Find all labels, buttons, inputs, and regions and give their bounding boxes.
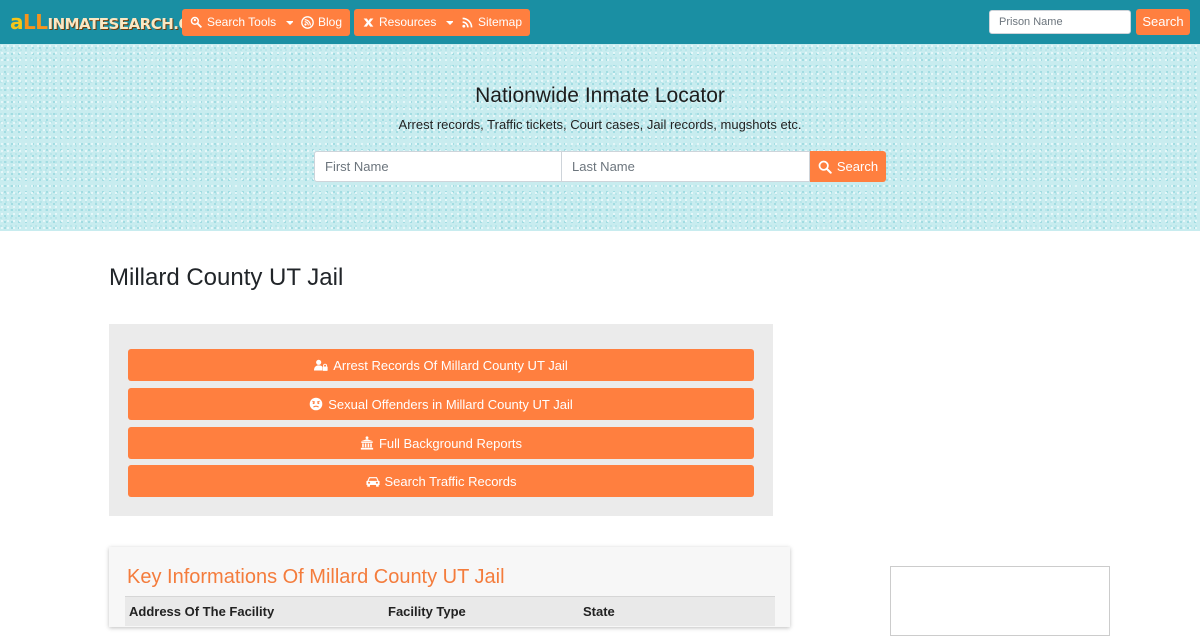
action-buttons-panel: Arrest Records Of Millard County UT Jail… xyxy=(109,324,773,516)
nav-blog-button[interactable]: Blog xyxy=(293,9,351,36)
prison-search-button[interactable]: Search xyxy=(1136,9,1190,35)
column-header-facility-type: Facility Type xyxy=(388,604,466,619)
background-reports-button[interactable]: Full Background Reports xyxy=(128,427,754,459)
search-user-icon xyxy=(190,16,203,29)
car-icon xyxy=(365,477,380,487)
resources-icon xyxy=(363,18,374,27)
key-info-card: Key Informations Of Millard County UT Ja… xyxy=(109,547,790,627)
inmate-search-form: Search xyxy=(314,151,886,182)
background-reports-label: Full Background Reports xyxy=(378,435,523,451)
column-header-address: Address Of The Facility xyxy=(129,604,275,619)
angry-face-icon xyxy=(309,397,323,411)
top-navbar: aLLINMATESEARCH.ORG Search Tools Blog Re… xyxy=(0,0,1200,44)
inmate-search-label: Search xyxy=(836,159,879,174)
nav-resources-label: Resources xyxy=(379,15,437,29)
courthouse-icon xyxy=(360,436,374,450)
nav-search-tools-label: Search Tools xyxy=(207,15,277,29)
rss-icon xyxy=(462,17,473,28)
traffic-records-button[interactable]: Search Traffic Records xyxy=(128,465,754,497)
arrest-records-label: Arrest Records Of Millard County UT Jail xyxy=(333,357,568,373)
sexual-offenders-button[interactable]: Sexual Offenders in Millard County UT Ja… xyxy=(128,388,754,420)
hero-title: Nationwide Inmate Locator xyxy=(475,84,725,107)
nav-sitemap-label: Sitemap xyxy=(478,15,523,29)
hero-banner: Nationwide Inmate Locator Arrest records… xyxy=(0,44,1200,231)
nav-blog-label: Blog xyxy=(318,15,343,29)
key-info-table-header: Address Of The Facility Facility Type St… xyxy=(125,596,775,626)
hero-subtitle: Arrest records, Traffic tickets, Court c… xyxy=(398,117,802,132)
column-header-state: State xyxy=(583,604,615,619)
blog-icon xyxy=(301,16,314,29)
last-name-input[interactable] xyxy=(562,151,810,182)
prison-name-input[interactable] xyxy=(989,10,1131,34)
inmate-search-button[interactable]: Search xyxy=(810,151,886,182)
sidebar-ad-box xyxy=(890,566,1110,636)
search-icon xyxy=(818,160,832,174)
first-name-input[interactable] xyxy=(314,151,562,182)
nav-search-tools-button[interactable]: Search Tools xyxy=(182,9,303,36)
arrest-records-button[interactable]: Arrest Records Of Millard County UT Jail xyxy=(128,349,754,381)
sexual-offenders-label: Sexual Offenders in Millard County UT Ja… xyxy=(328,396,573,412)
traffic-records-label: Search Traffic Records xyxy=(384,473,517,489)
user-lock-icon xyxy=(314,359,328,371)
key-info-title: Key Informations Of Millard County UT Ja… xyxy=(127,566,505,588)
page-title: Millard County UT Jail xyxy=(109,264,344,291)
nav-sitemap-button[interactable]: Sitemap xyxy=(453,9,531,36)
nav-resources-button[interactable]: Resources xyxy=(354,9,463,36)
